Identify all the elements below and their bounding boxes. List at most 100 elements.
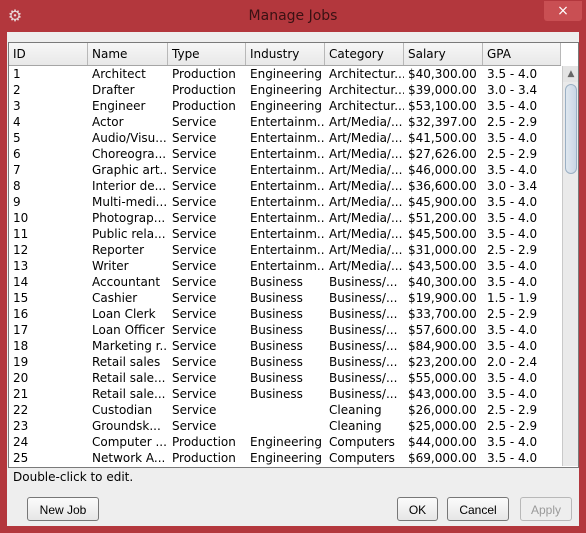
table-row[interactable]: 24 Computer ... Production Engineering Compu… bbox=[9, 434, 561, 450]
vertical-scrollbar[interactable]: ▲ bbox=[562, 66, 578, 466]
table-row[interactable]: 17 Loan Officer Service Business Business/..… bbox=[9, 322, 561, 338]
table-cell: 2.5 - 2.9 bbox=[487, 307, 538, 321]
column-header-category[interactable]: Category bbox=[325, 43, 404, 65]
close-button[interactable]: × bbox=[544, 1, 582, 21]
table-cell: Choreogra... bbox=[92, 147, 167, 161]
table-cell: 6 bbox=[13, 147, 21, 161]
table-row[interactable]: 21 Retail sale... Service Business Business/… bbox=[9, 386, 561, 402]
table-cell: $36,600.00 bbox=[408, 179, 477, 193]
table-cell: $26,000.00 bbox=[408, 403, 477, 417]
table-cell: Writer bbox=[92, 259, 129, 273]
table-row[interactable]: 23 Groundsk... Service Cleaning $25,000.00 2.… bbox=[9, 418, 561, 434]
table-cell: 3.5 - 4.0 bbox=[487, 195, 538, 209]
table-cell: $43,500.00 bbox=[408, 259, 477, 273]
table-row[interactable]: 2 Drafter Production Engineering Architectur… bbox=[9, 82, 561, 98]
scroll-up-arrow-icon[interactable]: ▲ bbox=[563, 66, 578, 82]
table-cell: Art/Media/... bbox=[329, 179, 403, 193]
column-header-salary[interactable]: Salary bbox=[404, 43, 483, 65]
table-cell: Service bbox=[172, 403, 217, 417]
apply-button[interactable]: Apply bbox=[520, 497, 572, 521]
table-cell: 17 bbox=[13, 323, 29, 337]
table-cell: 3.5 - 4.0 bbox=[487, 131, 538, 145]
table-cell: Architectur... bbox=[329, 67, 404, 81]
column-header-id[interactable]: ID bbox=[9, 43, 88, 65]
table-cell: Service bbox=[172, 227, 217, 241]
table-cell: Art/Media/... bbox=[329, 147, 403, 161]
table-cell: Business/... bbox=[329, 275, 398, 289]
table-cell: Network A... bbox=[92, 451, 166, 465]
table-cell: Art/Media/... bbox=[329, 195, 403, 209]
table-cell: Entertainm... bbox=[250, 195, 325, 209]
table-cell: Cashier bbox=[92, 291, 138, 305]
column-header-type[interactable]: Type bbox=[168, 43, 246, 65]
table-row[interactable]: 15 Cashier Service Business Business/... $19,… bbox=[9, 290, 561, 306]
table-row[interactable]: 8 Interior de... Service Entertainm... Art/M… bbox=[9, 178, 561, 194]
table-header: ID Name Type Industry Category Salary GPA bbox=[9, 43, 561, 66]
table-row[interactable]: 12 Reporter Service Entertainm... Art/Media/… bbox=[9, 242, 561, 258]
new-job-button[interactable]: New Job bbox=[27, 497, 99, 521]
table-row[interactable]: 9 Multi-medi... Service Entertainm... Art/Me… bbox=[9, 194, 561, 210]
ok-button[interactable]: OK bbox=[397, 497, 438, 521]
table-row[interactable]: 10 Photograp... Service Entertainm... Art/Me… bbox=[9, 210, 561, 226]
table-row[interactable]: 3 Engineer Production Engineering Architectu… bbox=[9, 98, 561, 114]
table-cell: Multi-medi... bbox=[92, 195, 168, 209]
table-cell: Cleaning bbox=[329, 403, 382, 417]
table-cell: 13 bbox=[13, 259, 29, 273]
table-cell: 3.5 - 4.0 bbox=[487, 259, 538, 273]
table-cell: 3.5 - 4.0 bbox=[487, 371, 538, 385]
table-cell: Loan Clerk bbox=[92, 307, 156, 321]
title-bar[interactable]: ⚙ Manage Jobs × bbox=[0, 0, 586, 32]
table-cell: Business bbox=[250, 291, 303, 305]
table-row[interactable]: 11 Public rela... Service Entertainm... Art/… bbox=[9, 226, 561, 242]
table-cell: Service bbox=[172, 307, 217, 321]
table-cell: Production bbox=[172, 67, 236, 81]
table-row[interactable]: 1 Architect Production Engineering Architect… bbox=[9, 66, 561, 82]
table-cell: Business bbox=[250, 323, 303, 337]
table-cell: Entertainm... bbox=[250, 243, 325, 257]
table-cell: Drafter bbox=[92, 83, 135, 97]
table-cell: Service bbox=[172, 419, 217, 433]
table-cell: Business bbox=[250, 275, 303, 289]
table-cell: 21 bbox=[13, 387, 29, 401]
table-cell: 20 bbox=[13, 371, 29, 385]
table-cell: Entertainm... bbox=[250, 115, 325, 129]
table-row[interactable]: 5 Audio/Visu... Service Entertainm... Art/Me… bbox=[9, 130, 561, 146]
table-cell: 2.5 - 2.9 bbox=[487, 147, 538, 161]
table-cell: $25,000.00 bbox=[408, 419, 477, 433]
edit-hint: Double-click to edit. bbox=[13, 470, 134, 484]
scroll-thumb[interactable] bbox=[565, 84, 577, 174]
table-cell: Photograp... bbox=[92, 211, 166, 225]
table-cell: Accountant bbox=[92, 275, 161, 289]
table-row[interactable]: 7 Graphic art... Service Entertainm... Art/M… bbox=[9, 162, 561, 178]
table-cell: Business bbox=[250, 355, 303, 369]
table-cell: Business bbox=[250, 371, 303, 385]
table-cell: $41,500.00 bbox=[408, 131, 477, 145]
table-row[interactable]: 22 Custodian Service Cleaning $26,000.00 2.5 … bbox=[9, 402, 561, 418]
cancel-button[interactable]: Cancel bbox=[447, 497, 509, 521]
table-cell: Production bbox=[172, 99, 236, 113]
table-cell: Computer ... bbox=[92, 435, 167, 449]
table-cell: Engineering bbox=[250, 67, 322, 81]
column-header-industry[interactable]: Industry bbox=[246, 43, 325, 65]
table-row[interactable]: 6 Choreogra... Service Entertainm... Art/Med… bbox=[9, 146, 561, 162]
table-row[interactable]: 14 Accountant Service Business Business/... $… bbox=[9, 274, 561, 290]
table-cell: 3.5 - 4.0 bbox=[487, 323, 538, 337]
table-cell: $46,000.00 bbox=[408, 163, 477, 177]
table-cell: Art/Media/... bbox=[329, 227, 403, 241]
table-row[interactable]: 18 Marketing r... Service Business Business/… bbox=[9, 338, 561, 354]
table-row[interactable]: 16 Loan Clerk Service Business Business/... $… bbox=[9, 306, 561, 322]
table-row[interactable]: 13 Writer Service Entertainm... Art/Media/..… bbox=[9, 258, 561, 274]
table-cell: Service bbox=[172, 147, 217, 161]
table-cell: $43,000.00 bbox=[408, 387, 477, 401]
table-cell: Business/... bbox=[329, 387, 398, 401]
table-cell: Public rela... bbox=[92, 227, 166, 241]
table-row[interactable]: 20 Retail sale... Service Business Business/… bbox=[9, 370, 561, 386]
table-row[interactable]: 25 Network A... Production Engineering Compu… bbox=[9, 450, 561, 466]
table-row[interactable]: 19 Retail sales Service Business Business/..… bbox=[9, 354, 561, 370]
table-cell: 18 bbox=[13, 339, 29, 353]
table-row[interactable]: 4 Actor Service Entertainm... Art/Media/... $… bbox=[9, 114, 561, 130]
column-header-gpa[interactable]: GPA bbox=[483, 43, 561, 65]
table-cell: $19,900.00 bbox=[408, 291, 477, 305]
table-cell: 9 bbox=[13, 195, 21, 209]
column-header-name[interactable]: Name bbox=[88, 43, 168, 65]
